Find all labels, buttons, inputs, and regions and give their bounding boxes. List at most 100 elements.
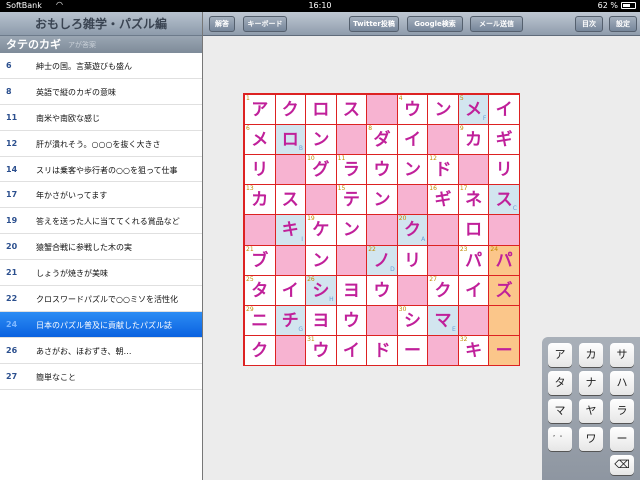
grid-cell[interactable]: ク (275, 95, 307, 126)
grid-cell[interactable]: イ (458, 275, 490, 306)
clue-row[interactable]: 19 答えを送った人に当ててくれる賞品など (0, 208, 202, 235)
grid-cell[interactable]: グ 10 (306, 155, 337, 186)
kana-key[interactable]: ア (548, 343, 572, 367)
clue-row[interactable]: 27 簡単なこと (0, 364, 202, 390)
clue-row[interactable]: 17 年かさがいってます (0, 182, 202, 209)
kana-key[interactable]: ナ (579, 371, 603, 395)
grid-cell[interactable]: ロB (275, 125, 307, 156)
grid-cell[interactable]: ー (489, 335, 520, 366)
grid-cell[interactable]: カ9 (458, 125, 490, 156)
grid-cell[interactable]: ン (306, 125, 337, 156)
grid-cell[interactable]: リ (397, 245, 429, 276)
clue-row[interactable]: 20 猿蟹合戦に参戦した木の実 (0, 234, 202, 261)
grid-cell[interactable] (489, 305, 520, 336)
grid-cell[interactable]: シ 30 (397, 305, 429, 336)
cell-letter: ウ (312, 340, 330, 361)
grid-cell[interactable]: スC (489, 185, 520, 216)
grid-cell[interactable]: ン (367, 185, 398, 216)
grid-cell[interactable]: パ 23 (458, 245, 490, 276)
grid-cell[interactable]: キ 32 (458, 335, 490, 366)
clue-row[interactable]: 8 英語で縦のカギの意味 (0, 79, 202, 105)
index-button[interactable]: 目次 (575, 16, 603, 32)
grid-cell[interactable]: ギ 16 (428, 185, 459, 216)
kana-key[interactable]: カ (579, 343, 603, 367)
mail-button[interactable]: メール送信 (470, 16, 523, 32)
grid-cell[interactable]: ス (275, 185, 307, 216)
clue-row[interactable]: 26 あさがお、ほおずき、朝… (0, 338, 202, 364)
grid-cell[interactable]: ウ4 (397, 95, 429, 126)
grid-cell[interactable]: リ (245, 155, 276, 186)
grid-cell[interactable]: ヨ (306, 305, 337, 336)
grid-cell[interactable]: ン (336, 215, 368, 246)
grid-cell[interactable]: ノ 22 D (367, 245, 398, 276)
clue-row[interactable]: 6 紳士の国。言葉遊びも盛ん (0, 53, 202, 79)
clue-row[interactable]: 22 クロスワードパズルで○○ミソを活性化 (0, 286, 202, 312)
grid-cell[interactable]: ド (367, 335, 398, 366)
grid-cell[interactable]: ダ8 (367, 125, 398, 156)
grid-cell[interactable]: キI (275, 215, 307, 246)
clue-row[interactable]: 21 しょうが焼きが美味 (0, 260, 202, 287)
delete-key[interactable]: ⌫ (610, 455, 634, 475)
grid-cell[interactable]: シ 26 H (306, 275, 337, 306)
grid-cell[interactable]: ヨ (336, 275, 368, 306)
grid-cell[interactable]: ク 20 A (397, 215, 429, 246)
grid-cell[interactable]: ク 27 (428, 275, 459, 306)
google-search-button[interactable]: Google検索 (407, 16, 463, 32)
kana-key[interactable]: ワ (579, 427, 603, 451)
grid-cell[interactable]: ロ (458, 215, 490, 246)
twitter-button[interactable]: Twitter投稿 (349, 16, 399, 32)
grid-cell[interactable]: ニ 29 (245, 305, 276, 336)
grid-cell[interactable]: ク (245, 335, 276, 366)
grid-cell[interactable]: カ 13 (245, 185, 276, 216)
grid-cell[interactable]: ア1 (245, 95, 276, 126)
grid-cell[interactable]: ラ 11 (336, 155, 368, 186)
grid-cell[interactable]: チG (275, 305, 307, 336)
grid-cell[interactable]: ウ (336, 305, 368, 336)
clue-row[interactable]: 11 南米や南欧な感じ (0, 105, 202, 131)
kana-key[interactable]: マ (548, 399, 572, 423)
grid-cell[interactable]: ス (336, 95, 368, 126)
kana-key[interactable]: ハ (610, 371, 634, 395)
grid-cell[interactable]: タ 25 (245, 275, 276, 306)
grid-cell[interactable]: イ (275, 275, 307, 306)
cell-number: 9 (459, 125, 464, 133)
grid-cell[interactable]: ブ 21 (245, 245, 276, 276)
grid-cell[interactable]: ギ (489, 125, 520, 156)
grid-cell[interactable]: イ (336, 335, 368, 366)
clue-row[interactable]: 24 日本のパズル普及に貢献したパズル誌 (0, 311, 202, 338)
grid-cell[interactable]: ズ (489, 275, 520, 306)
kana-key[interactable]: ゛゜ (548, 427, 572, 451)
clue-number: 12 (6, 138, 18, 148)
kana-key[interactable]: ヤ (579, 399, 603, 423)
grid-cell[interactable]: ケ 19 (306, 215, 337, 246)
kana-key[interactable]: サ (610, 343, 634, 367)
grid-cell[interactable]: ン (306, 245, 337, 276)
grid-cell[interactable]: マE (428, 305, 459, 336)
clue-row[interactable]: 14 スリは乗客や歩行者の○○を狙って仕事 (0, 157, 202, 183)
grid-cell[interactable]: ロ (306, 95, 337, 126)
clue-row[interactable]: 12 肝が潰れそう。○○○を抜く大きさ (0, 131, 202, 157)
grid-cell[interactable]: イ (397, 125, 429, 156)
grid-cell[interactable]: リ (489, 155, 520, 186)
kana-key[interactable]: タ (548, 371, 572, 395)
clue-text: 年かさがいってます (36, 191, 108, 201)
grid-cell[interactable]: ネ 17 (458, 185, 490, 216)
grid-cell[interactable]: ン (397, 155, 429, 186)
settings-button[interactable]: 設定 (609, 16, 637, 32)
grid-cell[interactable]: メ5 F (458, 95, 490, 126)
grid-cell[interactable]: メ6 (245, 125, 276, 156)
grid-cell[interactable]: ー (397, 335, 429, 366)
grid-cell[interactable]: テ 15 (336, 185, 368, 216)
grid-cell[interactable]: ウ 31 (306, 335, 337, 366)
grid-cell[interactable]: イ (489, 95, 520, 126)
grid-cell[interactable]: ン (428, 95, 459, 126)
cell-number: 24 (490, 245, 499, 253)
grid-cell[interactable]: パ 24 (489, 245, 520, 276)
grid-cell[interactable]: ウ (367, 275, 398, 306)
kana-key[interactable]: ー (610, 427, 634, 451)
kana-key[interactable]: ラ (610, 399, 634, 423)
answer-button[interactable]: 解答 (209, 16, 235, 32)
grid-cell[interactable]: ウ (367, 155, 398, 186)
grid-cell[interactable]: ド 12 (428, 155, 459, 186)
keyboard-button[interactable]: キーボード (243, 16, 287, 32)
